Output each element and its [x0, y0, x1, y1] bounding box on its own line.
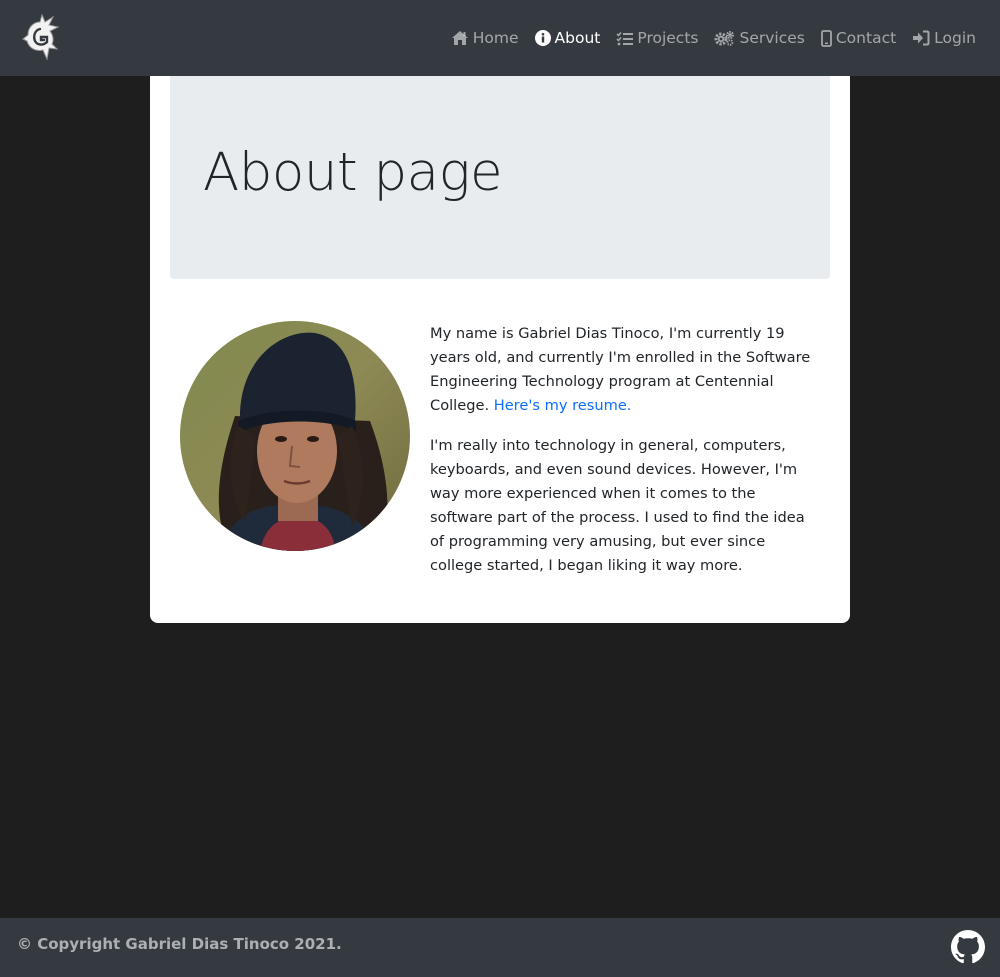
about-card: About page My name is Gabriel Dias Tinoc… — [150, 76, 850, 623]
nav-home-label: Home — [472, 29, 519, 47]
nav-contact[interactable]: Contact — [820, 29, 897, 47]
resume-link[interactable]: Here's my resume. — [494, 397, 632, 414]
nav-projects[interactable]: Projects — [616, 29, 698, 47]
home-icon — [451, 30, 469, 46]
cogs-icon — [714, 30, 735, 46]
sign-in-icon — [912, 30, 930, 46]
nav-contact-label: Contact — [835, 29, 897, 47]
navbar: Home About Projects Services Contact Log… — [0, 0, 1000, 76]
footer: © Copyright Gabriel Dias Tinoco 2021. — [0, 918, 1000, 977]
mobile-icon — [820, 29, 832, 47]
bio-paragraph-1: My name is Gabriel Dias Tinoco, I'm curr… — [430, 322, 822, 418]
nav-login-label: Login — [934, 29, 976, 47]
nav-about-label: About — [554, 29, 601, 47]
nav-about[interactable]: About — [534, 29, 601, 47]
nav-login[interactable]: Login — [912, 29, 976, 47]
copyright-text: © Copyright Gabriel Dias Tinoco 2021. — [17, 935, 342, 953]
github-icon[interactable] — [951, 930, 985, 964]
bio-paragraph-2: I'm really into technology in general, c… — [430, 437, 805, 574]
nav-projects-label: Projects — [637, 29, 699, 47]
nav-services-label: Services — [739, 29, 805, 47]
jumbotron: About page — [170, 76, 830, 279]
brand-logo-icon[interactable] — [22, 13, 60, 63]
info-circle-icon — [534, 30, 551, 46]
nav-services[interactable]: Services — [714, 29, 805, 47]
tasks-icon — [616, 31, 634, 46]
page-title: About page — [203, 142, 503, 203]
main-nav: Home About Projects Services Contact Log… — [451, 0, 976, 76]
profile-photo — [180, 321, 410, 551]
nav-home[interactable]: Home — [451, 29, 519, 47]
bio-text: My name is Gabriel Dias Tinoco, I'm curr… — [430, 322, 822, 594]
